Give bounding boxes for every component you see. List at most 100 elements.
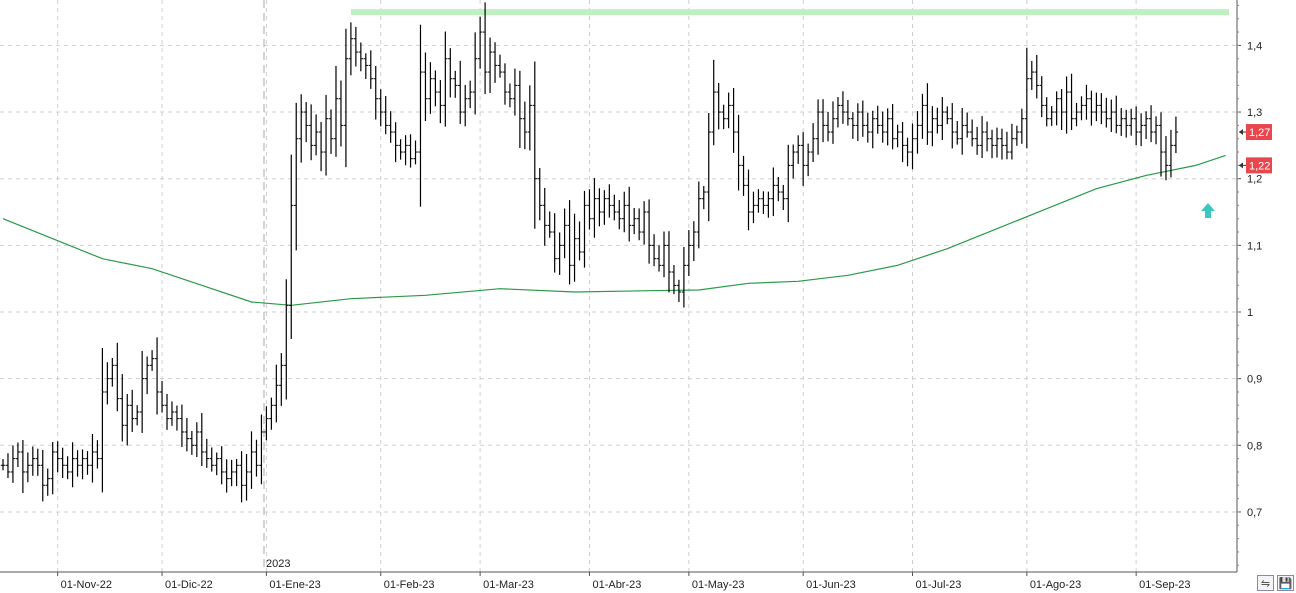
ohlc-bar <box>1094 92 1099 122</box>
ohlc-bar <box>756 189 761 213</box>
ohlc-bar <box>592 178 597 238</box>
ohlc-bar <box>90 433 95 483</box>
price-badges: 1,27 1,22 <box>1239 124 1272 174</box>
ohlc-bar <box>149 350 155 371</box>
ohlc-bar <box>110 358 115 387</box>
ohlc-bar <box>771 167 776 217</box>
zoom-fit-button[interactable]: ⇋ <box>1257 575 1274 591</box>
x-tick-label: 01-Ago-23 <box>1030 579 1081 591</box>
ohlc-bar <box>537 168 542 221</box>
ohlc-bar <box>194 422 200 458</box>
ohlc-bar <box>865 112 870 143</box>
ohlc-bar <box>120 374 125 442</box>
y-tick-label: 0,8 <box>1247 440 1262 452</box>
save-button[interactable]: 💾 <box>1277 575 1294 591</box>
ohlc-bar <box>393 122 398 163</box>
ohlc-bar <box>960 107 965 155</box>
ohlc-bar <box>1019 108 1025 144</box>
up-arrow-shape <box>1201 203 1215 218</box>
badge-label: 1,22 <box>1249 160 1270 172</box>
ohlc-bar <box>741 155 746 196</box>
x-tick-label: 01-Nov-22 <box>61 579 112 591</box>
x-tick-label: 01-Dic-22 <box>165 579 213 591</box>
ohlc-bar <box>805 143 811 177</box>
ohlc-bar <box>65 456 70 480</box>
ohlc-bar <box>398 139 403 160</box>
ohlc-bar <box>1128 108 1134 136</box>
y-tick-label: 1,3 <box>1247 107 1262 119</box>
ohlc-bar <box>776 176 781 202</box>
ohlc-bar <box>477 16 483 69</box>
ohlc-bar <box>497 54 503 78</box>
ohlc-bar <box>139 350 145 433</box>
ohlc-bar <box>950 103 955 149</box>
ohlc-bar <box>15 442 21 468</box>
ohlc-bar <box>969 119 975 147</box>
ohlc-bar <box>860 100 866 137</box>
ohlc-bar <box>1148 105 1154 143</box>
ohlc-bar <box>1124 109 1129 138</box>
ohlc-bar <box>890 104 895 150</box>
ohlc-bar <box>378 89 383 127</box>
ohlc-bar <box>403 135 408 166</box>
year-label: 2023 <box>266 558 290 570</box>
ohlc-bar <box>264 406 269 441</box>
x-tick-label: 01-Jun-23 <box>806 579 856 591</box>
ohlc-bar <box>249 431 254 489</box>
buy-signal-arrow-icon <box>1201 203 1215 218</box>
ohlc-bar <box>815 99 821 155</box>
ohlc-bar <box>522 101 528 150</box>
resistance-band <box>350 9 1229 16</box>
ohlc-bar <box>825 111 831 142</box>
ohlc-bar <box>368 50 373 89</box>
ohlc-bar <box>617 200 622 230</box>
ohlc-bar <box>408 134 413 168</box>
resistance-line <box>350 9 1229 16</box>
ohlc-bar <box>294 102 299 251</box>
ohlc-bar <box>979 116 985 158</box>
ohlc-bar <box>850 112 856 139</box>
ohlc-bar <box>567 200 572 285</box>
ohlc-bar <box>358 42 364 72</box>
ohlc-bar <box>895 124 900 148</box>
ohlc-bar <box>800 132 806 186</box>
ohlc-bar <box>696 181 701 249</box>
ohlc-bar <box>164 393 170 430</box>
ohlc-bar <box>1034 54 1039 99</box>
ohlc-bar <box>512 68 518 116</box>
ohlc-bar <box>622 191 627 233</box>
ohlc-bar <box>781 184 786 211</box>
ohlc-bar <box>35 448 40 476</box>
ohlc-bar <box>666 231 672 293</box>
ohlc-bar <box>229 459 234 487</box>
ohlc-bar <box>433 70 438 107</box>
y-tick-label: 1,2 <box>1247 174 1262 186</box>
ohlc-bar <box>999 128 1005 160</box>
ohlc-bar <box>602 190 607 225</box>
ohlc-bar <box>964 112 970 138</box>
ohlc-bar <box>845 100 851 126</box>
price-badge: 1,22 <box>1239 157 1272 174</box>
ohlc-bar <box>920 93 925 139</box>
ohlc-bar <box>174 405 180 431</box>
moving-average-path <box>2 154 1226 306</box>
ohlc-bar <box>70 442 75 488</box>
ohlc-bar <box>130 389 135 432</box>
ohlc-bar <box>100 348 105 493</box>
ohlc-bar <box>1009 123 1015 160</box>
ohlc-bar <box>438 80 443 124</box>
ohlc-bar <box>423 52 428 122</box>
ohlc-bar <box>308 104 314 161</box>
ohlc-bar <box>1079 96 1084 121</box>
ohlc-bar <box>557 232 562 275</box>
ohlc-bar <box>681 246 687 308</box>
x-tick-label: 01-Abr-23 <box>592 579 641 591</box>
ohlc-bar <box>691 221 697 262</box>
ohlc-bar <box>612 194 617 221</box>
ohlc-bar <box>199 413 204 467</box>
ohlc-bar <box>1004 131 1010 160</box>
ohlc-bar <box>338 80 344 147</box>
price-chart: 0,7 0,8 0,9 1 1,1 1,2 1,3 1,4 01-Nov-22 01-Dic-2… <box>0 0 1272 591</box>
ohlc-bar <box>955 121 960 145</box>
ohlc-bar <box>900 122 905 163</box>
